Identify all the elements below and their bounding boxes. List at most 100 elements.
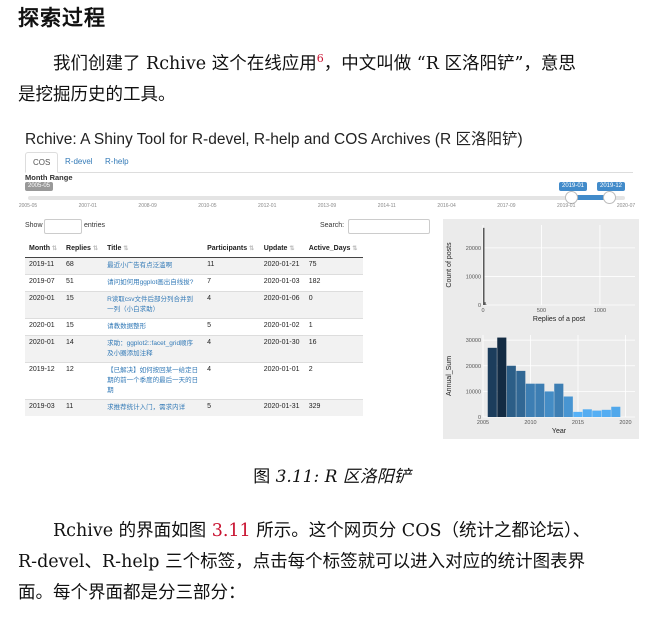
x-tick-label: 2015 [572, 420, 584, 426]
description-paragraph: Rchive 的界面如图 3.11 所示。这个网页分 COS（统计之都论坛）、 … [18, 516, 650, 609]
annual-sum-chart: 01000020000300002005 2010 2015 2020YearAnnu… [446, 335, 635, 435]
table-cell: 182 [304, 274, 363, 292]
entries-label: entries [84, 222, 106, 229]
x-tick-label: 0 [481, 308, 484, 314]
annual-bar [487, 347, 497, 417]
sort-icon: ⇅ [352, 245, 358, 252]
slider-ticks: 2005-05 2007-01 2008-09 2010-05 2012-01 2013-… [19, 203, 635, 215]
intro-line2: 是挖掘历史的工具。 [18, 84, 176, 105]
column-header-participants[interactable]: Participants ⇅ [203, 239, 260, 258]
table-cell: 2020-01-03 [259, 274, 305, 292]
entries-select[interactable] [44, 219, 82, 234]
column-header-active-days[interactable]: Active_Days ⇅ [304, 239, 363, 258]
post-title-link[interactable]: 最近小广告有点泛滥啊 [103, 257, 204, 275]
figure-ref-link[interactable]: 3.11 [212, 521, 251, 541]
annual-bar [535, 383, 545, 417]
table-row: 2019-07 51 请问如何用ggplot画出自线拔? 7 2020-01-03 182 [25, 274, 363, 292]
annual-bar [611, 406, 621, 417]
post-title-link[interactable]: 求助：ggplot2::facet_grid顺序及小圈添加注释 [103, 335, 204, 363]
table-cell: 0 [304, 291, 363, 319]
column-header-month[interactable]: Month ⇅ [25, 239, 63, 258]
table-cell: 51 [62, 274, 104, 292]
sort-icon: ⇅ [289, 245, 295, 252]
desc-line3: 面。每个界面都是分三部分： [18, 583, 246, 603]
slider-tick-label: 2010-05 [198, 203, 217, 209]
show-label: Show [25, 222, 43, 229]
annual-bar [506, 365, 516, 417]
caption-text: R 区洛阳铲 [319, 467, 411, 487]
tab-r-help[interactable]: R-help [98, 152, 136, 171]
rchive-screenshot: Rchive: A Shiny Tool for R-devel, R-help… [18, 121, 639, 451]
annual-bar [497, 337, 507, 417]
post-title-link[interactable]: 【已解决】如何按回某一给定日期的前一个季度的最后一天的日期 [103, 362, 204, 400]
desc-text-a: Rchive 的界面如图 [53, 521, 212, 541]
post-title-link[interactable]: 请问如何用ggplot画出自线拔? [103, 274, 204, 292]
table-cell: 12 [62, 362, 104, 400]
annual-bar [563, 396, 573, 417]
x-tick-label: 1000 [594, 308, 606, 314]
table-cell: 2019-03 [25, 399, 63, 416]
annual-bar [582, 409, 592, 417]
table-cell: 4 [203, 335, 260, 363]
tab-cos[interactable]: COS [25, 152, 59, 173]
post-title-link[interactable]: R读取csv文件后部分列合并到一列（小白求助） [103, 291, 204, 319]
table-cell: 2020-01 [25, 335, 63, 363]
table-cell: 2019-07 [25, 274, 63, 292]
histogram-bar [483, 227, 485, 305]
table-cell: 2 [304, 362, 363, 400]
caption-number: 3.11: [275, 467, 320, 487]
table-cell: 68 [62, 257, 104, 275]
figure-caption: 图 3.11: R 区洛阳铲 [0, 462, 664, 487]
tab-r-devel[interactable]: R-devel [58, 152, 100, 171]
table-cell: 11 [203, 257, 260, 275]
slider-tick-label: 2014-11 [377, 203, 396, 209]
slider-tick-label: 2016-04 [437, 203, 456, 209]
month-range-label: Month Range [25, 173, 73, 182]
slider-min-label: 2005-05 [25, 182, 54, 191]
slider-tick-label: 2013-09 [317, 203, 337, 209]
x-tick-label: 2010 [524, 420, 536, 426]
y-tick-label: 30000 [466, 338, 481, 344]
desc-line2: R-devel、R-help 三个标签，点击每个标签就可以进入对应的统计图表界 [18, 552, 586, 572]
x-tick-label: 500 [537, 308, 546, 314]
y-axis-label: Count of posts [446, 242, 453, 288]
slider-to-label: 2019-12 [597, 182, 626, 191]
sort-icon: ⇅ [92, 245, 98, 252]
annual-bar [544, 391, 554, 417]
search-input[interactable] [348, 219, 430, 234]
annual-bar [554, 383, 564, 417]
column-header-title[interactable]: Title ⇅ [103, 239, 204, 258]
plot-background [483, 225, 635, 305]
post-title-link[interactable]: 请教数据整形 [103, 318, 204, 336]
table-cell: 2020-01-21 [259, 257, 305, 275]
table-cell: 329 [304, 399, 363, 416]
y-axis-label: Annual_Sum [446, 356, 453, 396]
table-cell: 75 [304, 257, 363, 275]
annual-bar [573, 411, 583, 417]
table-cell: 2020-01-30 [259, 335, 305, 363]
slider-tick-label: 2008-09 [138, 203, 157, 209]
x-axis-label: Year [552, 428, 567, 435]
y-tick-label: 20000 [466, 246, 481, 252]
table-cell: 2019-12 [25, 362, 63, 400]
slider-tick-label: 2007-01 [78, 203, 97, 209]
table-cell: 5 [203, 318, 260, 336]
column-header-update[interactable]: Update ⇅ [259, 239, 305, 258]
slider-tick-label: 2017-09 [497, 203, 516, 209]
month-range-slider[interactable] [28, 196, 625, 200]
intro-text-a: 我们创建了 Rchive 这个在线应用 [53, 53, 317, 74]
post-title-link[interactable]: 求推荐统计入门，需求内详 [103, 399, 204, 416]
histogram-bar [484, 302, 486, 305]
replies-histogram: 010000200000 500 1000Replies of a postCoun… [446, 225, 635, 323]
y-tick-label: 10000 [466, 274, 481, 280]
column-header-replies[interactable]: Replies ⇅ [62, 239, 104, 258]
footnote-marker[interactable]: 6 [317, 52, 324, 65]
annual-bar [601, 409, 611, 417]
table-cell: 2020-01-01 [259, 362, 305, 400]
table-cell: 7 [203, 274, 260, 292]
table-row: 2019-12 12 【已解决】如何按回某一给定日期的前一个季度的最后一天的日期 4 2… [25, 362, 363, 400]
table-cell: 11 [62, 399, 104, 416]
desc-text-b: 所示。这个网页分 COS（统计之都论坛）、 [250, 521, 591, 541]
x-tick-label: 2020 [619, 420, 631, 426]
table-row: 2020-01 14 求助：ggplot2::facet_grid顺序及小圈添加注释… [25, 335, 363, 363]
